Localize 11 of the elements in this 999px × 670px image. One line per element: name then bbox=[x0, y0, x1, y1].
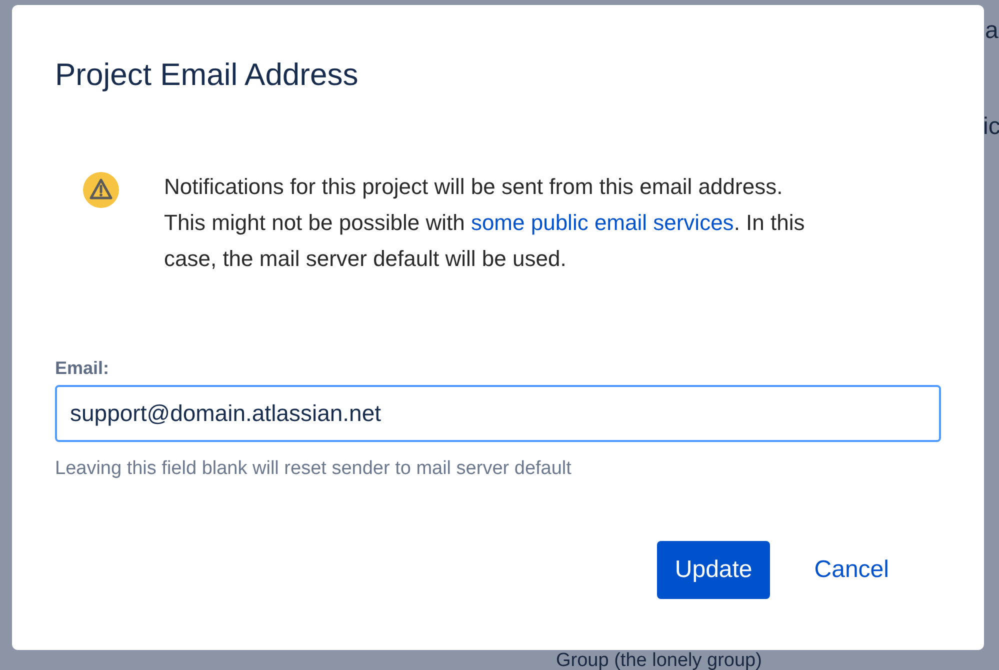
warning-icon bbox=[83, 172, 119, 208]
cancel-button[interactable]: Cancel bbox=[790, 541, 913, 599]
background-text: Group (the lonely group) bbox=[556, 651, 762, 670]
email-field[interactable]: support@domain.atlassian.net bbox=[55, 385, 941, 442]
background-text: a bbox=[985, 16, 998, 46]
update-button[interactable]: Update bbox=[656, 541, 770, 599]
dialog-title: Project Email Address bbox=[55, 56, 358, 94]
notice-text: Notifications for this project will be sent from this email address. This might not be possible with some public email services. In this case, the mail server default will be used. bbox=[164, 173, 806, 273]
public-email-services-link[interactable]: some public email services bbox=[470, 210, 734, 235]
email-help-text: Leaving this field blank will reset sender to mail server default bbox=[55, 457, 572, 481]
email-label: Email: bbox=[55, 357, 110, 379]
